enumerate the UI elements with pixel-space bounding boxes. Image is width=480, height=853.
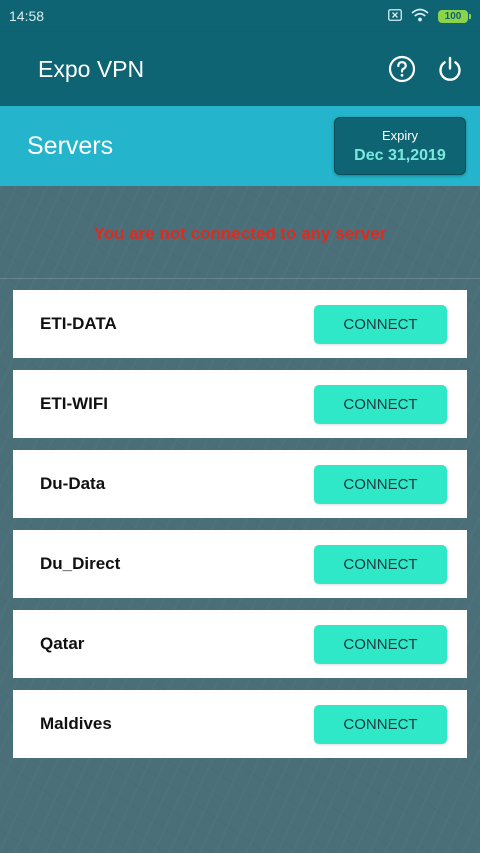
expiry-box: Expiry Dec 31,2019: [334, 117, 466, 175]
server-row-maldives: Maldives CONNECT: [13, 690, 467, 758]
expiry-date: Dec 31,2019: [354, 146, 446, 164]
server-row-du-data: Du-Data CONNECT: [13, 450, 467, 518]
server-row-eti-wifi: ETI-WIFI CONNECT: [13, 370, 467, 438]
server-name: Du-Data: [40, 474, 106, 493]
server-list: ETI-DATA CONNECT ETI-WIFI CONNECT Du-Dat…: [13, 290, 467, 770]
sim-off-icon: [388, 8, 402, 24]
server-row-qatar: Qatar CONNECT: [13, 610, 467, 678]
server-name: ETI-WIFI: [40, 394, 108, 413]
connect-button-eti-data[interactable]: CONNECT: [314, 304, 447, 344]
connection-status-message: You are not connected to any server: [93, 224, 387, 243]
connect-button-du-direct[interactable]: CONNECT: [314, 544, 447, 584]
battery-level: 100: [444, 10, 462, 22]
page-title: Servers: [27, 131, 114, 160]
servers-header: Servers Expiry Dec 31,2019: [0, 106, 480, 186]
battery-icon: 100: [438, 9, 471, 23]
connect-button-du-data[interactable]: CONNECT: [314, 464, 447, 504]
power-icon[interactable]: [436, 55, 464, 83]
app-title: Expo VPN: [38, 55, 145, 82]
server-name: Qatar: [40, 634, 85, 653]
connect-button-qatar[interactable]: CONNECT: [314, 624, 447, 664]
main-content: You are not connected to any server ETI-…: [0, 186, 480, 853]
server-row-eti-data: ETI-DATA CONNECT: [13, 290, 467, 358]
wifi-icon: [411, 8, 429, 25]
app-actions: [388, 55, 464, 83]
app-bar: Expo VPN: [0, 32, 480, 106]
status-time: 14:58: [9, 8, 45, 24]
connect-button-eti-wifi[interactable]: CONNECT: [314, 384, 447, 424]
divider: [0, 278, 480, 279]
status-bar: 14:58 100: [0, 0, 480, 32]
server-name: Maldives: [40, 714, 112, 733]
server-name: Du_Direct: [40, 554, 121, 573]
server-name: ETI-DATA: [40, 314, 117, 333]
expiry-label: Expiry: [381, 127, 419, 143]
connect-button-maldives[interactable]: CONNECT: [314, 704, 447, 744]
help-icon[interactable]: [388, 55, 416, 83]
status-icons: 100: [388, 8, 471, 25]
server-row-du-direct: Du_Direct CONNECT: [13, 530, 467, 598]
